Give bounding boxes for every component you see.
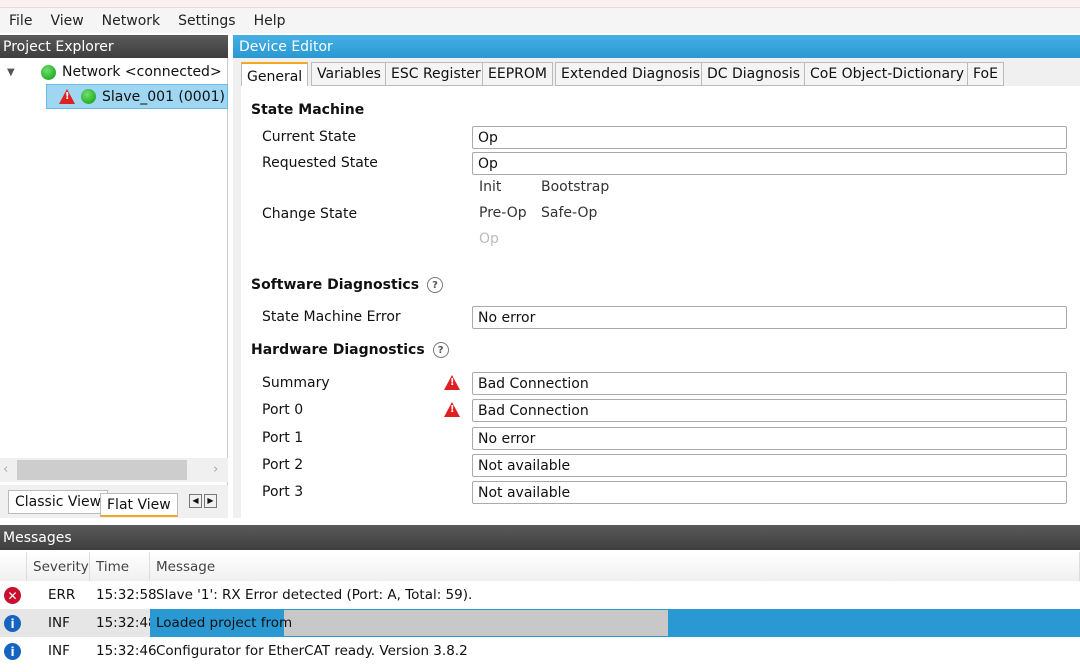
column-message[interactable]: Message: [150, 552, 1080, 581]
menu-settings[interactable]: Settings: [169, 13, 244, 29]
state-machine-heading: State Machine: [251, 102, 365, 118]
message-text: Loaded project from: [156, 615, 293, 631]
help-icon[interactable]: ?: [432, 342, 449, 358]
bootstrap-button[interactable]: Bootstrap: [541, 179, 609, 195]
warning-icon: [444, 402, 460, 417]
tab-coe-object-dictionary[interactable]: CoE Object-Dictionary: [804, 62, 971, 86]
info-icon: i: [4, 643, 21, 660]
status-ok-icon: [41, 64, 56, 80]
scroll-left-icon[interactable]: ‹: [3, 461, 8, 477]
info-icon: i: [4, 615, 21, 632]
message-time: 15:32:58: [96, 587, 157, 603]
menu-network[interactable]: Network: [93, 13, 169, 29]
messages-table: Severity Time Message ✕ ERR 15:32:58 Sla…: [0, 550, 1080, 672]
message-text: Slave '1': RX Error detected (Port: A, T…: [156, 587, 473, 603]
message-row[interactable]: ✕ ERR 15:32:58 Slave '1': RX Error detec…: [0, 581, 1080, 609]
tab-eeprom[interactable]: EEPROM: [482, 62, 553, 86]
requested-state-field: Op: [472, 152, 1067, 175]
scroll-thumb[interactable]: [17, 460, 187, 480]
menu-help[interactable]: Help: [245, 13, 295, 29]
hw-diag-field: Bad Connection: [472, 372, 1067, 395]
menu-file[interactable]: File: [0, 13, 41, 29]
hw-diag-field: Bad Connection: [472, 399, 1067, 422]
message-severity: ERR: [48, 587, 76, 603]
software-diagnostics-title: Software Diagnostics: [251, 277, 420, 293]
hw-diag-field: No error: [472, 427, 1067, 450]
network-label: Network <connected>: [62, 64, 222, 80]
hw-diag-label: Port 1: [262, 430, 304, 446]
change-state-label: Change State: [262, 206, 358, 222]
message-text: Configurator for EtherCAT ready. Version…: [156, 643, 468, 659]
current-state-label: Current State: [262, 129, 357, 145]
hardware-diagnostics-heading: Hardware Diagnostics?: [251, 342, 449, 358]
hw-diag-field: Not available: [472, 481, 1067, 504]
message-time: 15:32:48: [96, 615, 157, 631]
scroll-right-icon[interactable]: ›: [213, 461, 218, 477]
hw-diag-label: Port 3: [262, 484, 304, 500]
current-state-field: Op: [472, 126, 1067, 149]
status-ok-icon: [81, 89, 96, 104]
tab-foe[interactable]: FoE: [967, 62, 1004, 86]
tree-item-slave[interactable]: Slave_001 (0001): [46, 84, 228, 109]
menu-bar: File View Network Settings Help: [0, 8, 1080, 33]
op-button[interactable]: Op: [479, 231, 499, 247]
hardware-diagnostics-title: Hardware Diagnostics: [251, 342, 425, 358]
hw-diag-field: Not available: [472, 454, 1067, 477]
icon-column-header: [0, 552, 27, 581]
horizontal-scrollbar[interactable]: ‹ ›: [0, 458, 228, 482]
help-icon[interactable]: ?: [427, 277, 444, 293]
hw-diag-label: Summary: [262, 375, 330, 391]
tab-scroll-left-icon[interactable]: ◀: [189, 494, 202, 508]
tab-classic-view[interactable]: Classic View: [8, 490, 109, 514]
messages-title: Messages: [0, 525, 1080, 550]
column-time[interactable]: Time: [90, 552, 150, 581]
window-top-strip: [0, 0, 1080, 8]
warning-icon: [444, 375, 460, 390]
tab-dc-diagnosis[interactable]: DC Diagnosis: [701, 62, 807, 86]
error-icon: ✕: [4, 587, 21, 604]
message-row[interactable]: i INF 15:32:48 Loaded project from: [0, 609, 1080, 637]
requested-state-label: Requested State: [262, 155, 378, 171]
slave-label: Slave_001 (0001): [102, 88, 225, 105]
project-explorer-panel: ▼ Network <connected> Slave_001 (0001): [0, 58, 228, 518]
warning-icon: [59, 89, 75, 104]
tree-item-network[interactable]: ▼ Network <connected>: [7, 64, 222, 80]
tab-flat-view[interactable]: Flat View: [100, 493, 178, 517]
safe-op-button[interactable]: Safe-Op: [541, 205, 597, 221]
pre-op-button[interactable]: Pre-Op: [479, 205, 527, 221]
tab-general[interactable]: General: [241, 62, 309, 89]
message-row[interactable]: i INF 15:32:46 Configurator for EtherCAT…: [0, 637, 1080, 665]
column-severity[interactable]: Severity: [27, 552, 90, 581]
tab-extended-diagnosis[interactable]: Extended Diagnosis: [555, 62, 706, 86]
tab-variables[interactable]: Variables: [311, 62, 387, 86]
state-machine-error-field: No error: [472, 306, 1067, 329]
project-explorer-title: Project Explorer: [0, 35, 228, 58]
message-severity: INF: [48, 643, 70, 659]
tab-esc-register[interactable]: ESC Register: [385, 62, 487, 86]
message-time: 15:32:46: [96, 643, 157, 659]
init-button[interactable]: Init: [479, 179, 501, 195]
menu-view[interactable]: View: [41, 13, 92, 29]
hw-diag-label: Port 2: [262, 457, 304, 473]
hw-diag-label: Port 0: [262, 402, 304, 418]
tab-scroll-right-icon[interactable]: ▶: [204, 494, 217, 508]
message-severity: INF: [48, 615, 70, 631]
state-machine-error-label: State Machine Error: [262, 309, 401, 325]
device-editor-title: Device Editor: [233, 35, 1080, 58]
view-tabs: Classic View Flat View ◀ ▶: [0, 485, 228, 518]
software-diagnostics-heading: Software Diagnostics?: [251, 277, 444, 293]
collapse-arrow-icon[interactable]: ▼: [7, 67, 35, 78]
